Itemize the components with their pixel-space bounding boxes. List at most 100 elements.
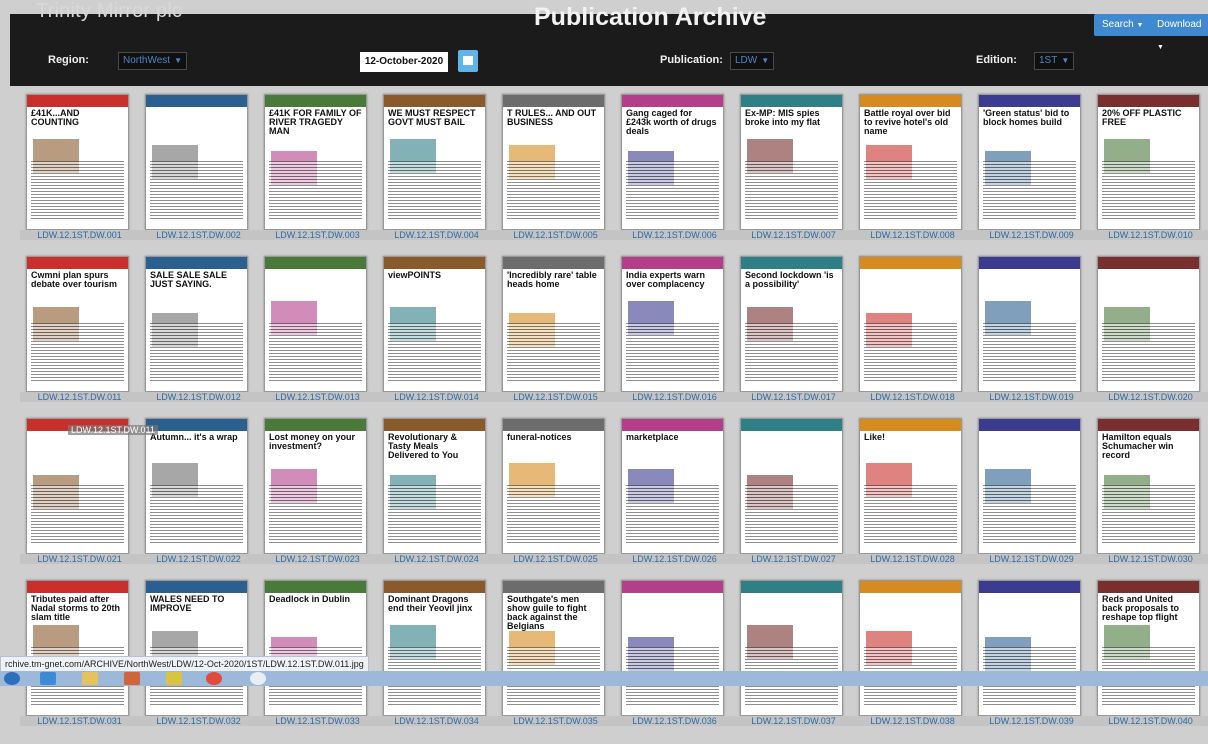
- thumbnail-caption[interactable]: LDW.12.1ST.DW.030: [1091, 554, 1208, 564]
- date-input[interactable]: 12-October-2020: [360, 52, 448, 72]
- ie-browser-icon[interactable]: [40, 672, 56, 685]
- thumbnail-item[interactable]: Gang caged for £243k worth of drugs deal…: [615, 94, 734, 258]
- thumbnail-caption[interactable]: LDW.12.1ST.DW.008: [853, 230, 972, 240]
- page-thumbnail-image[interactable]: Southgate's men show guile to fight back…: [502, 580, 605, 716]
- page-thumbnail-image[interactable]: [859, 580, 962, 716]
- thumbnail-item[interactable]: Revolutionary & Tasty Meals Delivered to…: [377, 418, 496, 582]
- page-thumbnail-image[interactable]: Reds and United back proposals to reshap…: [1097, 580, 1200, 716]
- thumbnail-caption[interactable]: LDW.12.1ST.DW.010: [1091, 230, 1208, 240]
- thumbnail-caption[interactable]: LDW.12.1ST.DW.029: [972, 554, 1091, 564]
- folder-icon[interactable]: [82, 672, 98, 685]
- thumbnail-caption[interactable]: LDW.12.1ST.DW.021: [20, 554, 139, 564]
- thumbnail-item[interactable]: 'Green status' bid to block homes build L…: [972, 94, 1091, 258]
- thumbnail-item[interactable]: Hamilton equals Schumacher win record LDW…: [1091, 418, 1208, 582]
- thumbnail-caption[interactable]: LDW.12.1ST.DW.007: [734, 230, 853, 240]
- thumbnail-caption[interactable]: LDW.12.1ST.DW.040: [1091, 716, 1208, 726]
- thumbnail-caption[interactable]: LDW.12.1ST.DW.022: [139, 554, 258, 564]
- thumbnail-caption[interactable]: LDW.12.1ST.DW.036: [615, 716, 734, 726]
- thumbnail-item[interactable]: LDW.12.1ST.DW.038: [853, 580, 972, 744]
- page-thumbnail-image[interactable]: Hamilton equals Schumacher win record: [1097, 418, 1200, 554]
- thumbnail-item[interactable]: Autumn... it's a wrap LDW.12.1ST.DW.022: [139, 418, 258, 582]
- page-thumbnail-image[interactable]: [978, 418, 1081, 554]
- page-thumbnail-image[interactable]: [1097, 256, 1200, 392]
- page-thumbnail-image[interactable]: Ex-MP: MIS spies broke into my flat: [740, 94, 843, 230]
- page-thumbnail-image[interactable]: Battle royal over bid to revive hotel's …: [859, 94, 962, 230]
- page-thumbnail-image[interactable]: 'Incredibly rare' table heads home: [502, 256, 605, 392]
- thumbnail-caption[interactable]: LDW.12.1ST.DW.028: [853, 554, 972, 564]
- page-thumbnail-image[interactable]: T RULES... AND OUT BUSINESS: [502, 94, 605, 230]
- start-icon[interactable]: [4, 672, 20, 685]
- thumbnail-item[interactable]: T RULES... AND OUT BUSINESS LDW.12.1ST.DW…: [496, 94, 615, 258]
- chrome-icon[interactable]: [206, 672, 222, 685]
- thumbnail-item[interactable]: Reds and United back proposals to reshap…: [1091, 580, 1208, 744]
- thumbnail-caption[interactable]: LDW.12.1ST.DW.035: [496, 716, 615, 726]
- thumbnail-caption[interactable]: LDW.12.1ST.DW.009: [972, 230, 1091, 240]
- page-thumbnail-image[interactable]: 'Green status' bid to block homes build: [978, 94, 1081, 230]
- thumbnail-item[interactable]: Southgate's men show guile to fight back…: [496, 580, 615, 744]
- thumbnail-item[interactable]: viewPOINTS LDW.12.1ST.DW.014: [377, 256, 496, 420]
- thumbnail-caption[interactable]: LDW.12.1ST.DW.015: [496, 392, 615, 402]
- thumbnail-caption[interactable]: LDW.12.1ST.DW.023: [258, 554, 377, 564]
- thumbnail-item[interactable]: LDW.12.1ST.DW.037: [734, 580, 853, 744]
- search-button[interactable]: Search ▼: [1094, 14, 1152, 36]
- thumbnail-caption[interactable]: LDW.12.1ST.DW.004: [377, 230, 496, 240]
- page-thumbnail-image[interactable]: Gang caged for £243k worth of drugs deal…: [621, 94, 724, 230]
- thumbnail-caption[interactable]: LDW.12.1ST.DW.024: [377, 554, 496, 564]
- page-thumbnail-image[interactable]: Cwmni plan spurs debate over tourism: [26, 256, 129, 392]
- page-thumbnail-image[interactable]: [145, 94, 248, 230]
- chat-icon[interactable]: [250, 672, 266, 685]
- thumbnail-item[interactable]: LDW.12.1ST.DW.002: [139, 94, 258, 258]
- region-select[interactable]: NorthWest ▼: [118, 52, 187, 70]
- thumbnail-item[interactable]: LDW.12.1ST.DW.013: [258, 256, 377, 420]
- thumbnail-item[interactable]: £41K FOR FAMILY OF RIVER TRAGEDY MAN LDW.…: [258, 94, 377, 258]
- thumbnail-item[interactable]: Cwmni plan spurs debate over tourism LDW.…: [20, 256, 139, 420]
- page-thumbnail-image[interactable]: Like!: [859, 418, 962, 554]
- thumbnail-item[interactable]: Ex-MP: MIS spies broke into my flat LDW.1…: [734, 94, 853, 258]
- thumbnail-item[interactable]: LDW.12.1ST.DW.021: [20, 418, 139, 582]
- thumbnail-item[interactable]: funeral-notices LDW.12.1ST.DW.025: [496, 418, 615, 582]
- thumbnail-item[interactable]: £41K...AND COUNTING LDW.12.1ST.DW.001: [20, 94, 139, 258]
- thumbnail-caption[interactable]: LDW.12.1ST.DW.034: [377, 716, 496, 726]
- thumbnail-caption[interactable]: LDW.12.1ST.DW.017: [734, 392, 853, 402]
- thumbnail-item[interactable]: Second lockdown 'is a possibility' LDW.12…: [734, 256, 853, 420]
- page-thumbnail-image[interactable]: [978, 256, 1081, 392]
- edition-select[interactable]: 1ST ▼: [1034, 52, 1075, 70]
- thumbnail-item[interactable]: India experts warn over complacency LDW.1…: [615, 256, 734, 420]
- thumbnail-item[interactable]: Battle royal over bid to revive hotel's …: [853, 94, 972, 258]
- thumbnail-caption[interactable]: LDW.12.1ST.DW.026: [615, 554, 734, 564]
- thumbnail-caption[interactable]: LDW.12.1ST.DW.006: [615, 230, 734, 240]
- thumbnail-caption[interactable]: LDW.12.1ST.DW.025: [496, 554, 615, 564]
- page-thumbnail-image[interactable]: [740, 580, 843, 716]
- page-thumbnail-image[interactable]: Deadlock in Dublin: [264, 580, 367, 716]
- thumbnail-item[interactable]: Dominant Dragons end their Yeovil jinx LD…: [377, 580, 496, 744]
- page-thumbnail-image[interactable]: Autumn... it's a wrap: [145, 418, 248, 554]
- page-thumbnail-image[interactable]: [978, 580, 1081, 716]
- thumbnail-caption[interactable]: LDW.12.1ST.DW.014: [377, 392, 496, 402]
- download-button[interactable]: Download ▼: [1149, 14, 1208, 51]
- thumbnail-caption[interactable]: LDW.12.1ST.DW.001: [20, 230, 139, 240]
- thumbnail-caption[interactable]: LDW.12.1ST.DW.039: [972, 716, 1091, 726]
- thumbnail-item[interactable]: 'Incredibly rare' table heads home LDW.12…: [496, 256, 615, 420]
- page-thumbnail-image[interactable]: WALES NEED TO IMPROVE: [145, 580, 248, 716]
- thumbnail-caption[interactable]: LDW.12.1ST.DW.003: [258, 230, 377, 240]
- thumbnail-item[interactable]: SALE SALE SALE JUST SAYING. LDW.12.1ST.DW…: [139, 256, 258, 420]
- thumbnail-caption[interactable]: LDW.12.1ST.DW.031: [20, 716, 139, 726]
- thumbnail-item[interactable]: LDW.12.1ST.DW.018: [853, 256, 972, 420]
- page-thumbnail-image[interactable]: India experts warn over complacency: [621, 256, 724, 392]
- page-thumbnail-image[interactable]: [740, 418, 843, 554]
- thumbnail-item[interactable]: Like! LDW.12.1ST.DW.028: [853, 418, 972, 582]
- thumbnail-item[interactable]: 20% OFF PLASTIC FREE LDW.12.1ST.DW.010: [1091, 94, 1208, 258]
- page-thumbnail-image[interactable]: funeral-notices: [502, 418, 605, 554]
- thumbnail-caption[interactable]: LDW.12.1ST.DW.013: [258, 392, 377, 402]
- page-thumbnail-image[interactable]: Dominant Dragons end their Yeovil jinx: [383, 580, 486, 716]
- page-thumbnail-image[interactable]: WE MUST RESPECT GOVT MUST BAIL: [383, 94, 486, 230]
- page-thumbnail-image[interactable]: Revolutionary & Tasty Meals Delivered to…: [383, 418, 486, 554]
- thumbnail-caption[interactable]: LDW.12.1ST.DW.016: [615, 392, 734, 402]
- thumbnail-caption[interactable]: LDW.12.1ST.DW.038: [853, 716, 972, 726]
- thumbnail-caption[interactable]: LDW.12.1ST.DW.011: [20, 392, 139, 402]
- thumbnail-item[interactable]: Lost money on your investment? LDW.12.1ST…: [258, 418, 377, 582]
- thumbnail-item[interactable]: LDW.12.1ST.DW.019: [972, 256, 1091, 420]
- thumbnail-item[interactable]: WE MUST RESPECT GOVT MUST BAIL LDW.12.1ST…: [377, 94, 496, 258]
- thumbnail-caption[interactable]: LDW.12.1ST.DW.012: [139, 392, 258, 402]
- thumbnail-caption[interactable]: LDW.12.1ST.DW.018: [853, 392, 972, 402]
